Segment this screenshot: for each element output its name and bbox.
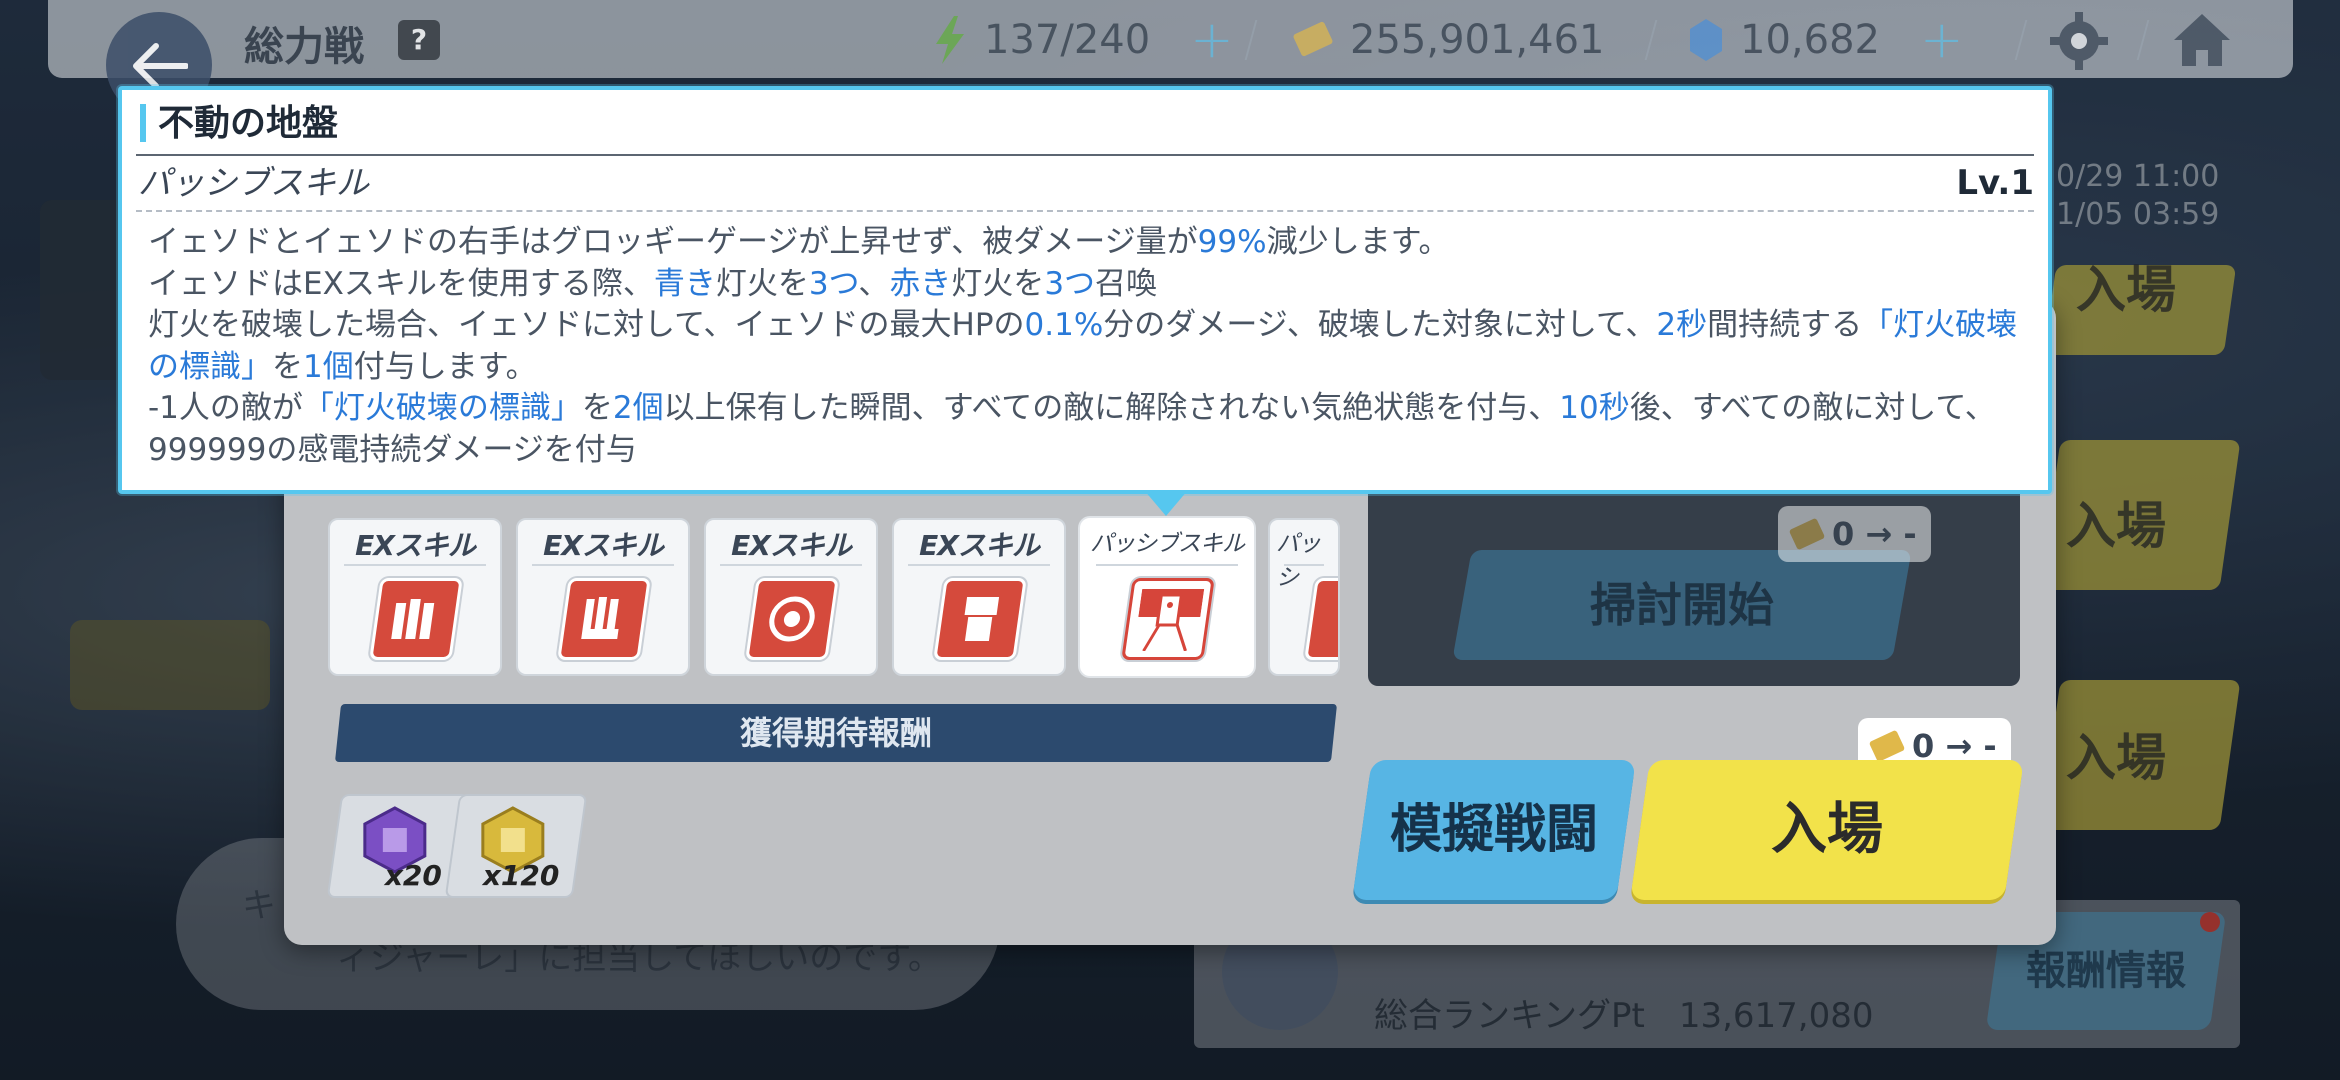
desc-text: 以上保有した瞬間、すべての敵に解除されない気絶状態を付与、 xyxy=(663,390,1560,426)
desc-text: 分のダメージ、破壊した対象に対して、 xyxy=(1103,307,1657,343)
desc-highlight: 0.1% xyxy=(1024,307,1104,343)
divider xyxy=(908,564,1050,566)
ex-skill-2-icon xyxy=(557,578,651,660)
skill-label: パッシブスキル xyxy=(1090,531,1245,557)
desc-highlight: 2秒 xyxy=(1656,307,1708,343)
divider xyxy=(2136,20,2150,60)
skill-label: EXスキル xyxy=(355,529,476,562)
desc-highlight: 2個 xyxy=(612,390,664,426)
desc-text: 灯火を xyxy=(715,265,809,302)
divider xyxy=(720,564,862,566)
desc-text: 、 xyxy=(858,265,890,302)
reward-item[interactable]: x120 xyxy=(444,794,588,898)
desc-text: 減少します。 xyxy=(1266,224,1450,260)
skill-level: Lv.1 xyxy=(1956,163,2034,203)
desc-highlight: 1個 xyxy=(303,348,354,385)
divider xyxy=(344,564,486,566)
title-accent-bar xyxy=(140,104,146,142)
simulate-battle-label: 模擬戦闘 xyxy=(1389,800,1598,860)
desc-text: 召喚 xyxy=(1095,265,1158,302)
page-title: 総力戦 xyxy=(244,24,364,70)
skill-description: イェソドとイェソドの右手はグロッギーゲージが上昇せず、被ダメージ量が99%減少し… xyxy=(148,222,2028,471)
stamina-value: 137/240 xyxy=(984,17,1151,63)
home-icon[interactable] xyxy=(2170,10,2234,70)
reward-header-title: 獲得期待報酬 xyxy=(739,714,932,752)
sweep-cost-bubble: 0 → - xyxy=(1778,506,1931,562)
credits-value: 255,901,461 xyxy=(1350,17,1605,63)
description-line: イェソドはEXスキルを使用する際、青き灯火を3つ、赤き灯火を3つ召喚 xyxy=(148,264,2028,306)
desc-text: 灯火を xyxy=(951,265,1045,302)
divider xyxy=(1284,564,1324,566)
desc-text: を xyxy=(581,390,613,426)
credit-ticket-icon xyxy=(1293,21,1333,57)
divider xyxy=(1096,564,1238,566)
skill-type: パッシブスキル xyxy=(138,163,369,202)
skill-label: EXスキル xyxy=(543,529,664,562)
passive-skill-icon xyxy=(1121,578,1215,660)
desc-text: イェソドはEXスキルを使用する際、 xyxy=(148,265,654,302)
reward-quantity: x20 xyxy=(384,859,442,892)
desc-highlight: 青き xyxy=(653,265,716,302)
divider xyxy=(1644,20,1658,60)
sweep-cost: 0 → - xyxy=(1832,515,1917,553)
sweep-button-label: 掃討開始 xyxy=(1590,578,1774,632)
help-icon[interactable]: ? xyxy=(398,20,440,60)
skill-card[interactable]: EXスキル xyxy=(892,518,1066,676)
gems-value: 10,682 xyxy=(1740,17,1880,63)
skill-label: EXスキル xyxy=(919,529,1040,562)
skill-name: 不動の地盤 xyxy=(158,103,339,144)
desc-text: 間持続する xyxy=(1707,307,1863,343)
desc-highlight: 99% xyxy=(1197,224,1267,260)
lightning-icon xyxy=(936,16,964,64)
desc-highlight: 10秒 xyxy=(1559,390,1630,426)
ex-skill-4-icon xyxy=(933,578,1027,660)
desc-highlight: 3つ xyxy=(808,265,859,302)
ticket-icon xyxy=(1868,729,1906,763)
description-line: 灯火を破壊した場合、イェソドに対して、イェソドの最大HPの0.1%分のダメージ、… xyxy=(148,305,2028,388)
skill-label: EXスキル xyxy=(731,529,852,562)
skill-card[interactable]: EXスキル xyxy=(328,518,502,676)
add-stamina-button[interactable]: + xyxy=(1190,10,1234,70)
stamina-counter: 137/240 + xyxy=(930,10,1234,70)
description-line: -1人の敵が「灯火破壊の標識」を2個以上保有した瞬間、すべての敵に解除されない気… xyxy=(148,388,2028,471)
ex-skill-3-icon xyxy=(745,578,839,660)
credits-counter: 255,901,461 xyxy=(1290,12,1604,68)
skill-card-partial[interactable]: パッシ xyxy=(1268,518,1340,676)
desc-text: を xyxy=(272,348,303,385)
back-arrow-icon xyxy=(133,43,188,89)
top-bar-content: 総力戦 ? 137/240 + 255,901,461 10,682 + xyxy=(0,0,2340,118)
desc-highlight: 3つ xyxy=(1044,265,1096,302)
divider xyxy=(532,564,674,566)
divider xyxy=(2014,20,2028,60)
desc-text: 付与します。 xyxy=(353,348,537,385)
dashed-divider xyxy=(136,210,2034,212)
desc-text: 灯火を破壊した場合、イェソドに対して、イェソドの最大HPの xyxy=(148,307,1025,343)
divider xyxy=(1244,20,1258,60)
enter-button-label: 入場 xyxy=(1771,797,1883,862)
skill-card-selected[interactable]: パッシブスキル xyxy=(1080,518,1254,676)
add-gems-button[interactable]: + xyxy=(1920,10,1964,70)
desc-text: -1人の敵が xyxy=(148,390,303,426)
desc-highlight: 「灯火破壊の標識」 xyxy=(302,390,582,426)
divider xyxy=(136,154,2034,156)
reward-quantity: x120 xyxy=(483,859,560,892)
ex-skill-1-icon xyxy=(369,578,463,660)
gems-counter: 10,682 + xyxy=(1686,10,1964,70)
ticket-icon xyxy=(1788,517,1826,551)
skill-card[interactable]: EXスキル xyxy=(516,518,690,676)
skill-tooltip: 不動の地盤 パッシブスキル Lv.1 イェソドとイェソドの右手はグロッギーゲージ… xyxy=(118,86,2052,494)
skill-card[interactable]: EXスキル xyxy=(704,518,878,676)
tooltip-pointer xyxy=(1144,490,1188,516)
description-line: イェソドとイェソドの右手はグロッギーゲージが上昇せず、被ダメージ量が99%減少し… xyxy=(148,222,2028,264)
pyroxene-icon xyxy=(1690,19,1722,61)
gear-icon[interactable] xyxy=(2048,10,2110,72)
desc-text: イェソドとイェソドの右手はグロッギーゲージが上昇せず、被ダメージ量が xyxy=(148,224,1198,260)
desc-highlight: 赤き xyxy=(889,265,952,302)
